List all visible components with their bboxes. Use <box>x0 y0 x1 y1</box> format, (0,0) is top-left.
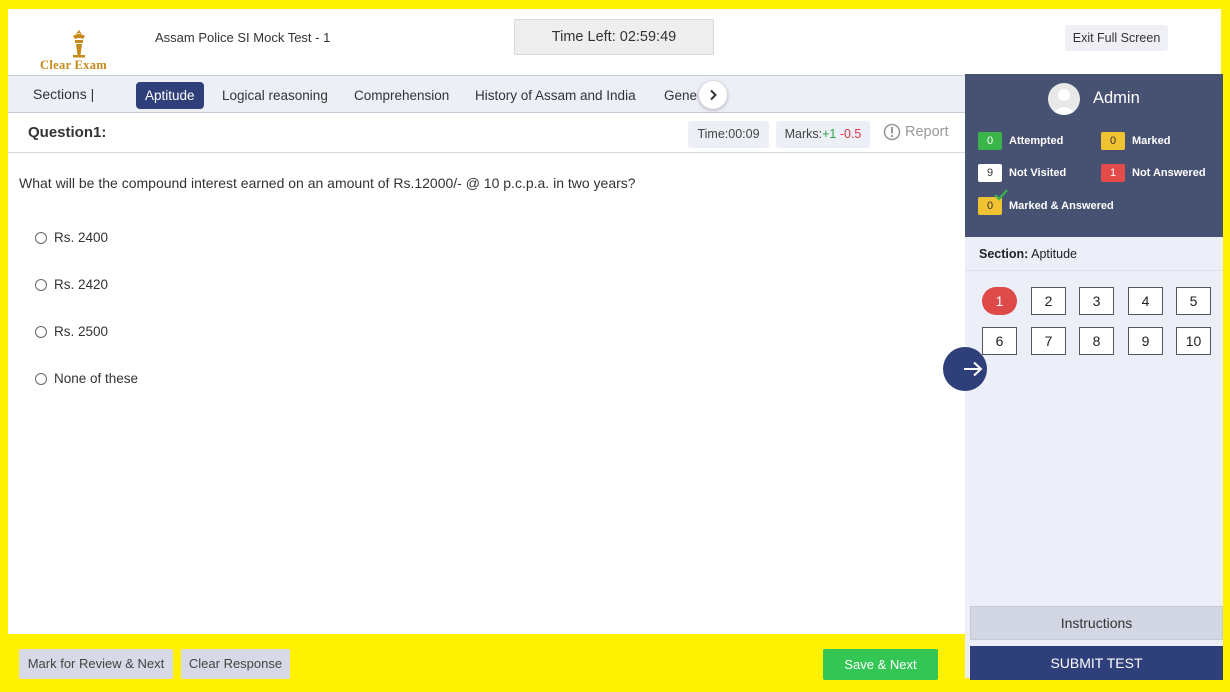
marks-negative: -0.5 <box>839 127 862 141</box>
legend-not-visited: 9 Not Visited <box>978 164 1066 182</box>
avatar <box>1048 83 1080 115</box>
legend-attempted: 0 Attempted <box>978 132 1063 150</box>
save-and-next-button[interactable]: Save & Next <box>823 649 938 680</box>
question-button-6[interactable]: 6 <box>982 327 1017 355</box>
status-summary: Admin 0 Attempted 0 Marked 9 Not Visited… <box>965 74 1223 237</box>
option-radio[interactable] <box>35 278 47 291</box>
question-number: Question1: <box>28 124 107 141</box>
option-radio[interactable] <box>35 325 47 338</box>
submit-test-button[interactable]: SUBMIT TEST <box>970 646 1223 680</box>
current-section: Section: Aptitude <box>965 237 1223 271</box>
clear-exam-logo: Clear Exam <box>40 29 130 72</box>
question-button-9[interactable]: 9 <box>1128 327 1163 355</box>
question-time: Time:00:09 <box>688 121 769 148</box>
option-label: Rs. 2420 <box>54 277 109 292</box>
section-name: Aptitude <box>1031 247 1077 261</box>
mark-for-review-next-button[interactable]: Mark for Review & Next <box>19 649 173 679</box>
question-button-5[interactable]: 5 <box>1176 287 1211 315</box>
instructions-button[interactable]: Instructions <box>970 606 1223 640</box>
time-left-display: Time Left: 02:59:49 <box>514 19 714 55</box>
option-3[interactable]: Rs. 2500 <box>35 324 108 339</box>
question-button-3[interactable]: 3 <box>1079 287 1114 315</box>
arrow-right-icon <box>964 361 983 377</box>
not-answered-label: Not Answered <box>1132 167 1206 179</box>
tab-history-of-assam-and-india[interactable]: History of Assam and India <box>475 82 636 109</box>
not-answered-count: 1 <box>1101 164 1125 182</box>
test-title: Assam Police SI Mock Test - 1 <box>155 30 331 45</box>
marked-answered-count: 0 <box>978 189 1008 215</box>
marked-answered-count-value: 0 <box>986 200 994 212</box>
marked-count: 0 <box>1101 132 1125 150</box>
legend-marked: 0 Marked <box>1101 132 1171 150</box>
clear-response-button[interactable]: Clear Response <box>181 649 290 679</box>
sections-label: Sections | <box>33 86 95 102</box>
report-label: Report <box>905 124 949 140</box>
marks-positive: +1 <box>822 127 837 141</box>
tab-aptitude[interactable]: Aptitude <box>136 82 204 109</box>
question-button-1[interactable]: 1 <box>982 287 1017 315</box>
marked-label: Marked <box>1132 135 1171 147</box>
scroll-sections-right-button[interactable] <box>699 81 727 109</box>
tab-comprehension[interactable]: Comprehension <box>354 82 449 109</box>
chevron-right-icon <box>710 89 717 101</box>
tab-general[interactable]: General <box>664 82 698 109</box>
attempted-label: Attempted <box>1009 135 1064 147</box>
question-button-8[interactable]: 8 <box>1079 327 1114 355</box>
option-4[interactable]: None of these <box>35 371 138 386</box>
tab-logical-reasoning[interactable]: Logical reasoning <box>222 82 328 109</box>
marks-prefix: Marks: <box>784 127 823 141</box>
question-button-2[interactable]: 2 <box>1031 287 1066 315</box>
legend-not-answered: 1 Not Answered <box>1101 164 1206 182</box>
torch-logo-icon <box>73 30 85 58</box>
user-name: Admin <box>1093 89 1140 107</box>
not-visited-label: Not Visited <box>1009 167 1067 179</box>
exit-full-screen-button[interactable]: Exit Full Screen <box>1065 25 1168 51</box>
question-panel: Sections | Aptitude Logical reasoning Co… <box>8 74 965 634</box>
user-icon <box>1052 89 1076 115</box>
option-1[interactable]: Rs. 2400 <box>35 230 108 245</box>
marked-answered-label: Marked & Answered <box>1009 200 1114 212</box>
report-button[interactable]: Report <box>883 123 949 141</box>
alert-circle-icon <box>883 123 901 141</box>
option-radio[interactable] <box>35 372 47 385</box>
header: Clear Exam Assam Police SI Mock Test - 1… <box>8 9 1221 74</box>
option-radio[interactable] <box>35 231 47 244</box>
question-text: What will be the compound interest earne… <box>19 175 636 191</box>
sections-bar: Sections | Aptitude Logical reasoning Co… <box>8 75 965 113</box>
question-button-10[interactable]: 10 <box>1176 327 1211 355</box>
section-prefix: Section: <box>979 247 1029 261</box>
option-label: Rs. 2400 <box>54 230 109 245</box>
option-2[interactable]: Rs. 2420 <box>35 277 108 292</box>
logo-text: Clear Exam <box>40 58 107 72</box>
question-button-7[interactable]: 7 <box>1031 327 1066 355</box>
option-label: Rs. 2500 <box>54 324 109 339</box>
option-label: None of these <box>54 371 139 386</box>
question-marks: Marks:+1 -0.5 <box>776 121 870 148</box>
question-palette-panel: Admin 0 Attempted 0 Marked 9 Not Visited… <box>965 74 1223 680</box>
question-button-4[interactable]: 4 <box>1128 287 1163 315</box>
attempted-count: 0 <box>978 132 1002 150</box>
legend-marked-and-answered: 0 Marked & Answered <box>978 189 1114 215</box>
checkmark-icon <box>994 189 1008 201</box>
next-question-arrow-button[interactable] <box>943 347 987 391</box>
question-header-bar: Question1: Time:00:09 Marks:+1 -0.5 Repo… <box>8 114 965 153</box>
not-visited-count: 9 <box>978 164 1002 182</box>
